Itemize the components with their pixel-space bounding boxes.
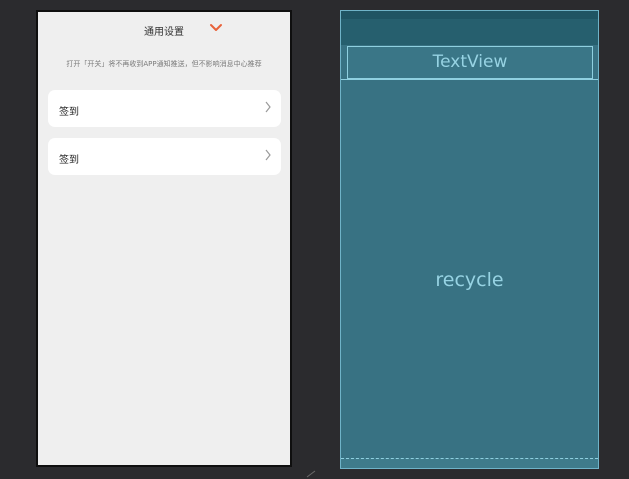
settings-row-checkin-2[interactable]: 签到 <box>48 138 281 175</box>
blueprint-nav-bar <box>341 458 598 468</box>
settings-row-checkin-1[interactable]: 签到 <box>48 90 281 127</box>
settings-header: 通用设置 <box>38 12 290 48</box>
chevron-down-icon[interactable] <box>209 23 223 33</box>
push-notice-text: 打开「开关」将不再收到APP通知推送，但不影响消息中心推荐 <box>66 60 262 68</box>
layout-editor-canvas: 通用设置 打开「开关」将不再收到APP通知推送，但不影响消息中心推荐 签到 签到… <box>0 0 629 479</box>
resize-handle-icon[interactable] <box>305 470 317 478</box>
page-title: 通用设置 <box>144 27 184 38</box>
row-label: 签到 <box>59 107 79 118</box>
row-label: 签到 <box>59 155 79 166</box>
design-preview[interactable]: 通用设置 打开「开关」将不再收到APP通知推送，但不影响消息中心推荐 签到 签到 <box>36 10 292 467</box>
chevron-right-icon <box>265 149 271 161</box>
blueprint-preview[interactable]: TextView recycle <box>340 10 599 469</box>
chevron-right-icon <box>265 101 271 113</box>
blueprint-status-bar <box>341 11 598 45</box>
blueprint-status-shade <box>341 11 598 19</box>
blueprint-textview[interactable]: TextView <box>347 46 593 79</box>
recycle-label: recycle <box>435 269 504 291</box>
blueprint-recyclerview[interactable]: recycle <box>341 79 598 459</box>
textview-label: TextView <box>432 52 508 72</box>
